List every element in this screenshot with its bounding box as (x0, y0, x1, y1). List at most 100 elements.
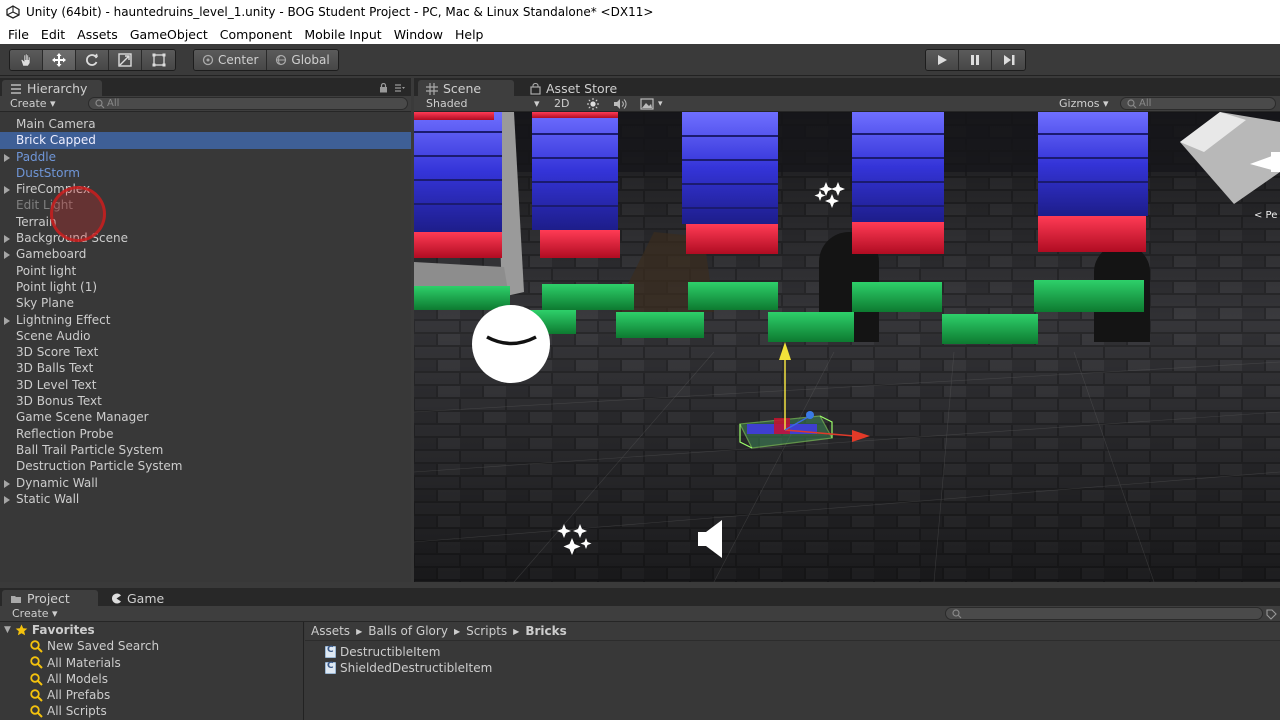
script-file-item[interactable]: ShieldedDestructibleItem (305, 660, 1280, 676)
hierarchy-item[interactable]: Point light (1) (0, 279, 411, 295)
hierarchy-item[interactable]: Game Scene Manager (0, 409, 411, 425)
favorite-item-label: All Scripts (47, 704, 107, 719)
hierarchy-item[interactable]: 3D Bonus Text (0, 393, 411, 409)
favorite-item[interactable]: All Materials (0, 655, 303, 671)
favorites-header[interactable]: ▼ Favorites (0, 622, 303, 638)
hierarchy-item[interactable]: Sky Plane (0, 295, 411, 311)
favorite-item[interactable]: New Saved Search (0, 638, 303, 654)
hierarchy-item[interactable]: Ball Trail Particle System (0, 442, 411, 458)
favorite-item-label: New Saved Search (47, 639, 160, 654)
scale-tool-button[interactable] (109, 50, 142, 70)
hierarchy-item[interactable]: 3D Score Text (0, 344, 411, 360)
hierarchy-item-label: 3D Balls Text (16, 361, 94, 376)
breadcrumb-balls-of-glory[interactable]: Balls of Glory (368, 624, 448, 638)
hierarchy-item[interactable]: Reflection Probe (0, 426, 411, 442)
hierarchy-item[interactable]: Destruction Particle System (0, 458, 411, 474)
breadcrumb-separator-icon: ▶ (513, 626, 520, 636)
hierarchy-item[interactable]: Dynamic Wall (0, 475, 411, 491)
hierarchy-item[interactable]: DustStorm (0, 165, 411, 181)
pause-button[interactable] (959, 50, 992, 70)
lock-icon[interactable] (379, 83, 388, 93)
move-tool-button[interactable] (43, 50, 76, 70)
tab-project[interactable]: Project (2, 590, 98, 607)
favorite-item[interactable]: All Models (0, 671, 303, 687)
expand-arrow-icon[interactable] (4, 479, 10, 488)
pivot-center-icon (202, 54, 214, 66)
expand-arrow-icon[interactable] (4, 316, 10, 325)
menu-help[interactable]: Help (449, 27, 490, 42)
hierarchy-item[interactable]: FireComplex (0, 181, 411, 197)
hierarchy-item-label: 3D Level Text (16, 377, 97, 392)
hierarchy-item[interactable]: Terrain (0, 214, 411, 230)
tab-hierarchy-label: Hierarchy (27, 81, 88, 96)
breadcrumb-assets[interactable]: Assets (311, 624, 350, 638)
hand-tool-button[interactable] (10, 50, 43, 70)
pivot-center-button[interactable]: Center (194, 50, 268, 70)
hierarchy-item[interactable]: Edit Light (0, 197, 411, 213)
lighting-toggle-icon[interactable] (586, 98, 600, 110)
pivot-global-button[interactable]: Global (267, 50, 338, 70)
gizmos-label: Gizmos (1059, 97, 1100, 110)
hierarchy-item[interactable]: Scene Audio (0, 328, 411, 344)
gizmos-dropdown[interactable]: Gizmos ▾ (1059, 97, 1109, 110)
rect-tool-button[interactable] (142, 50, 175, 70)
rotate-tool-button[interactable] (76, 50, 109, 70)
effects-toggle-icon[interactable] (640, 98, 654, 110)
step-button[interactable] (992, 50, 1025, 70)
hierarchy-search-input[interactable]: All (88, 97, 408, 110)
hierarchy-create-button[interactable]: Create ▾ (10, 97, 56, 110)
hierarchy-item-label: Game Scene Manager (16, 410, 149, 425)
script-file-item[interactable]: DestructibleItem (305, 644, 1280, 660)
project-search-input[interactable] (945, 607, 1263, 620)
breadcrumb-scripts[interactable]: Scripts (466, 624, 507, 638)
scene-panel: Scene Asset Store Shaded ▾ 2D ▾ Gizmos ▾… (414, 78, 1280, 582)
play-button[interactable] (926, 50, 959, 70)
tab-game[interactable]: Game (103, 590, 172, 607)
hierarchy-item[interactable]: Point light (0, 263, 411, 279)
expand-arrow-icon[interactable] (4, 235, 10, 244)
pause-icon (971, 55, 979, 65)
hierarchy-panel: Hierarchy Create ▾ All Main Camera Brick … (0, 78, 411, 582)
scene-viewport[interactable]: < Pe (414, 112, 1280, 582)
brick-column-1 (414, 112, 502, 258)
hierarchy-item[interactable]: 3D Level Text (0, 377, 411, 393)
expand-arrow-icon[interactable] (4, 186, 10, 195)
expand-arrow-icon: ▼ (4, 625, 11, 635)
menu-mobile-input[interactable]: Mobile Input (298, 27, 387, 42)
hierarchy-item[interactable]: Main Camera (0, 116, 411, 132)
project-file-browser: Assets ▶ Balls of Glory ▶ Scripts ▶ Bric… (305, 622, 1280, 720)
grid-icon (426, 82, 438, 95)
menu-edit[interactable]: Edit (35, 27, 71, 42)
shading-mode-dropdown[interactable]: Shaded (426, 97, 467, 110)
menu-component[interactable]: Component (214, 27, 299, 42)
project-panel: Project Game Create ▾ ▼ Favorites New Sa… (0, 588, 1280, 720)
menu-assets[interactable]: Assets (71, 27, 124, 42)
scene-controls: Shaded ▾ 2D ▾ Gizmos ▾ All (414, 96, 1280, 112)
tab-scene[interactable]: Scene (418, 80, 514, 97)
toggle-2d-button[interactable]: 2D (554, 97, 569, 110)
scene-search-input[interactable]: All (1120, 97, 1276, 110)
panel-menu-icon[interactable] (394, 84, 406, 92)
expand-arrow-icon[interactable] (4, 251, 10, 260)
scale-icon (118, 53, 132, 67)
hierarchy-item[interactable]: Lightning Effect (0, 312, 411, 328)
tag-icon[interactable] (1266, 609, 1277, 620)
hierarchy-item[interactable]: Brick Capped (0, 132, 411, 149)
tab-hierarchy[interactable]: Hierarchy (2, 80, 102, 97)
expand-arrow-icon[interactable] (4, 495, 10, 504)
audio-toggle-icon[interactable] (613, 98, 627, 110)
favorite-item[interactable]: All Scripts (0, 703, 303, 719)
breadcrumb-bricks[interactable]: Bricks (525, 624, 566, 638)
tab-asset-store[interactable]: Asset Store (522, 80, 625, 97)
favorite-item[interactable]: All Prefabs (0, 687, 303, 703)
hierarchy-item[interactable]: 3D Balls Text (0, 360, 411, 376)
project-create-button[interactable]: Create ▾ (12, 607, 58, 620)
hierarchy-item[interactable]: Paddle (0, 149, 411, 165)
hierarchy-item[interactable]: Gameboard (0, 246, 411, 262)
expand-arrow-icon[interactable] (4, 153, 10, 162)
menu-file[interactable]: File (2, 27, 35, 42)
menu-gameobject[interactable]: GameObject (124, 27, 214, 42)
menu-window[interactable]: Window (388, 27, 449, 42)
hierarchy-item[interactable]: Static Wall (0, 491, 411, 507)
hierarchy-item[interactable]: Background Scene (0, 230, 411, 246)
